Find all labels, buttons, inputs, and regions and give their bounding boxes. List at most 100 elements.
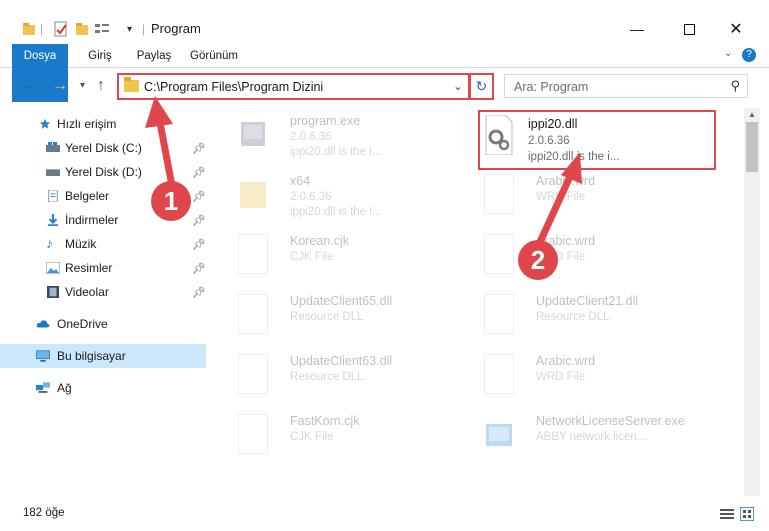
details-view-icon[interactable] bbox=[720, 508, 734, 520]
properties-icon[interactable] bbox=[53, 20, 69, 38]
explorer-window: | ▾ | Program — ✕ Dosya Giriş Paylaş Gör… bbox=[0, 0, 769, 531]
list-item[interactable]: Arabic.wrd WRD File bbox=[470, 230, 710, 288]
view-options-icon[interactable] bbox=[94, 20, 112, 38]
pin-icon[interactable]: 📌︎ bbox=[192, 190, 206, 203]
list-item[interactable]: UpdateClient65.dll Resource DLL bbox=[224, 290, 464, 348]
file-detail: ippi20.dll is the i... bbox=[290, 206, 382, 218]
film-icon bbox=[47, 286, 59, 298]
sidebar-item-label: Ağ bbox=[57, 381, 72, 395]
folder-icon bbox=[22, 20, 36, 38]
music-note-icon: ♪ bbox=[46, 235, 53, 251]
ribbon-tabs: Dosya Giriş Paylaş Görünüm ⌄ ? bbox=[0, 44, 769, 102]
help-icon[interactable]: ? bbox=[742, 48, 756, 62]
file-name: Arabic.wrd bbox=[536, 174, 596, 188]
item-count: 182 öğe bbox=[23, 507, 65, 519]
exe-file-icon bbox=[238, 114, 268, 154]
star-icon bbox=[39, 118, 51, 129]
title-bar: | ▾ | Program — ✕ bbox=[0, 0, 769, 44]
large-icons-view-icon[interactable] bbox=[740, 507, 754, 521]
sidebar-item-network[interactable]: Ağ bbox=[0, 376, 206, 400]
step-badge-1: 1 bbox=[151, 181, 191, 221]
file-detail: CJK File bbox=[290, 251, 334, 263]
pin-icon[interactable]: 📌︎ bbox=[192, 286, 206, 299]
sidebar-item-label: İndirmeler bbox=[65, 213, 119, 227]
file-name: FastKorn.cjk bbox=[290, 414, 360, 428]
sidebar-item-onedrive[interactable]: OneDrive bbox=[0, 312, 206, 336]
pin-icon[interactable]: 📌︎ bbox=[192, 262, 206, 275]
tab-home[interactable]: Giriş bbox=[78, 44, 122, 68]
file-detail: WRD File bbox=[536, 371, 586, 383]
up-arrow-icon[interactable]: ↑ bbox=[97, 77, 105, 95]
chevron-down-icon[interactable]: ⌄ bbox=[724, 48, 732, 59]
documents-icon bbox=[48, 190, 58, 202]
pictures-icon bbox=[46, 262, 60, 274]
vertical-scrollbar[interactable]: ▲ bbox=[744, 108, 760, 496]
sidebar-item-videos[interactable]: Videolar 📌︎ bbox=[0, 280, 206, 304]
list-item[interactable]: NetworkLicenseServer.exe ABBY network li… bbox=[470, 410, 740, 468]
drive-icon bbox=[46, 142, 60, 152]
tab-view[interactable]: Görünüm bbox=[186, 44, 242, 68]
separator: | bbox=[142, 22, 146, 36]
list-item[interactable]: Arabic.wrd WRD File bbox=[470, 350, 710, 408]
list-item[interactable]: x64 2.0.6.36 ippi20.dll is the i... bbox=[224, 170, 464, 228]
sidebar-item-music[interactable]: ♪ Müzik 📌︎ bbox=[0, 232, 206, 256]
exe-file-icon bbox=[484, 414, 514, 454]
minimize-button[interactable]: — bbox=[614, 14, 660, 44]
file-detail: Resource DLL bbox=[290, 371, 364, 383]
list-item[interactable]: FastKorn.cjk CJK File bbox=[224, 410, 464, 468]
file-name: Korean.cjk bbox=[290, 234, 350, 248]
file-name: program.exe bbox=[290, 114, 361, 128]
list-item[interactable]: UpdateClient21.dll Resource DLL bbox=[470, 290, 710, 348]
step-badge-2: 2 bbox=[518, 240, 558, 280]
refresh-icon: ↻ bbox=[475, 78, 488, 94]
sidebar-item-local-disk-c[interactable]: Yerel Disk (C:) 📌︎ bbox=[0, 136, 206, 160]
scrollbar-thumb[interactable] bbox=[746, 122, 758, 172]
pin-icon[interactable]: 📌︎ bbox=[192, 166, 206, 179]
sidebar-item-quick-access[interactable]: Hızlı erişim bbox=[0, 112, 206, 136]
new-folder-icon[interactable] bbox=[75, 20, 89, 38]
status-bar: 182 öğe bbox=[0, 497, 769, 531]
pin-icon[interactable]: 📌︎ bbox=[192, 214, 206, 227]
address-path: C:\Program Files\Program Dizini bbox=[144, 80, 324, 94]
file-list: program.exe 2.0.6.36 ippi20.dll is the i… bbox=[214, 108, 742, 496]
forward-arrow-icon[interactable]: → bbox=[52, 77, 68, 95]
list-item[interactable]: UpdateClient63.dll Resource DLL bbox=[224, 350, 464, 408]
window-title: Program bbox=[151, 21, 201, 36]
sidebar-item-pictures[interactable]: Resimler 📌︎ bbox=[0, 256, 206, 280]
file-detail: WRD File bbox=[536, 191, 586, 203]
chevron-down-icon[interactable]: ⌄ bbox=[453, 79, 463, 93]
address-bar[interactable]: C:\Program Files\Program Dizini ⌄ bbox=[117, 73, 470, 100]
refresh-button[interactable]: ↻ bbox=[469, 73, 494, 100]
list-item[interactable]: Korean.cjk CJK File bbox=[224, 230, 464, 288]
list-item[interactable]: program.exe 2.0.6.36 ippi20.dll is the i… bbox=[224, 110, 464, 168]
file-name: UpdateClient21.dll bbox=[536, 294, 639, 308]
dll-gear-icon bbox=[484, 115, 514, 155]
dll-gear-icon bbox=[238, 354, 268, 394]
recent-locations-chevron-icon[interactable]: ▾ bbox=[80, 80, 85, 91]
sidebar-item-label: Hızlı erişim bbox=[57, 117, 117, 131]
list-item-highlighted[interactable]: ippi20.dll 2.0.6.36 ippi20.dll is the i.… bbox=[478, 110, 716, 170]
search-placeholder: Ara: Program bbox=[514, 80, 589, 94]
pin-icon[interactable]: 📌︎ bbox=[192, 142, 206, 155]
sidebar-item-this-pc[interactable]: Bu bilgisayar bbox=[0, 344, 206, 368]
file-name: Arabic.wrd bbox=[536, 354, 596, 368]
search-input[interactable]: Ara: Program ⚲ bbox=[504, 74, 748, 98]
file-detail: Resource DLL bbox=[290, 311, 364, 323]
list-item[interactable]: Arabic.wrd WRD File bbox=[470, 170, 710, 228]
blank-file-icon bbox=[484, 234, 514, 274]
sidebar-item-label: Resimler bbox=[65, 261, 113, 275]
sidebar-item-label: Yerel Disk (D:) bbox=[65, 165, 142, 179]
dll-gear-icon bbox=[238, 294, 268, 334]
close-button[interactable]: ✕ bbox=[713, 14, 759, 44]
file-detail: 2.0.6.36 bbox=[528, 135, 570, 147]
maximize-button[interactable] bbox=[666, 14, 712, 44]
pin-icon[interactable]: 📌︎ bbox=[192, 238, 206, 251]
tab-share[interactable]: Paylaş bbox=[128, 44, 180, 68]
drive-icon bbox=[46, 169, 60, 176]
customize-toolbar-icon[interactable]: ▾ bbox=[127, 20, 132, 38]
file-name: ippi20.dll bbox=[528, 117, 578, 131]
sidebar-item-label: Müzik bbox=[65, 237, 97, 251]
scroll-up-arrow-icon[interactable]: ▲ bbox=[748, 110, 756, 119]
sidebar-item-local-disk-d[interactable]: Yerel Disk (D:) 📌︎ bbox=[0, 160, 206, 184]
back-arrow-icon[interactable]: ← bbox=[22, 77, 38, 95]
